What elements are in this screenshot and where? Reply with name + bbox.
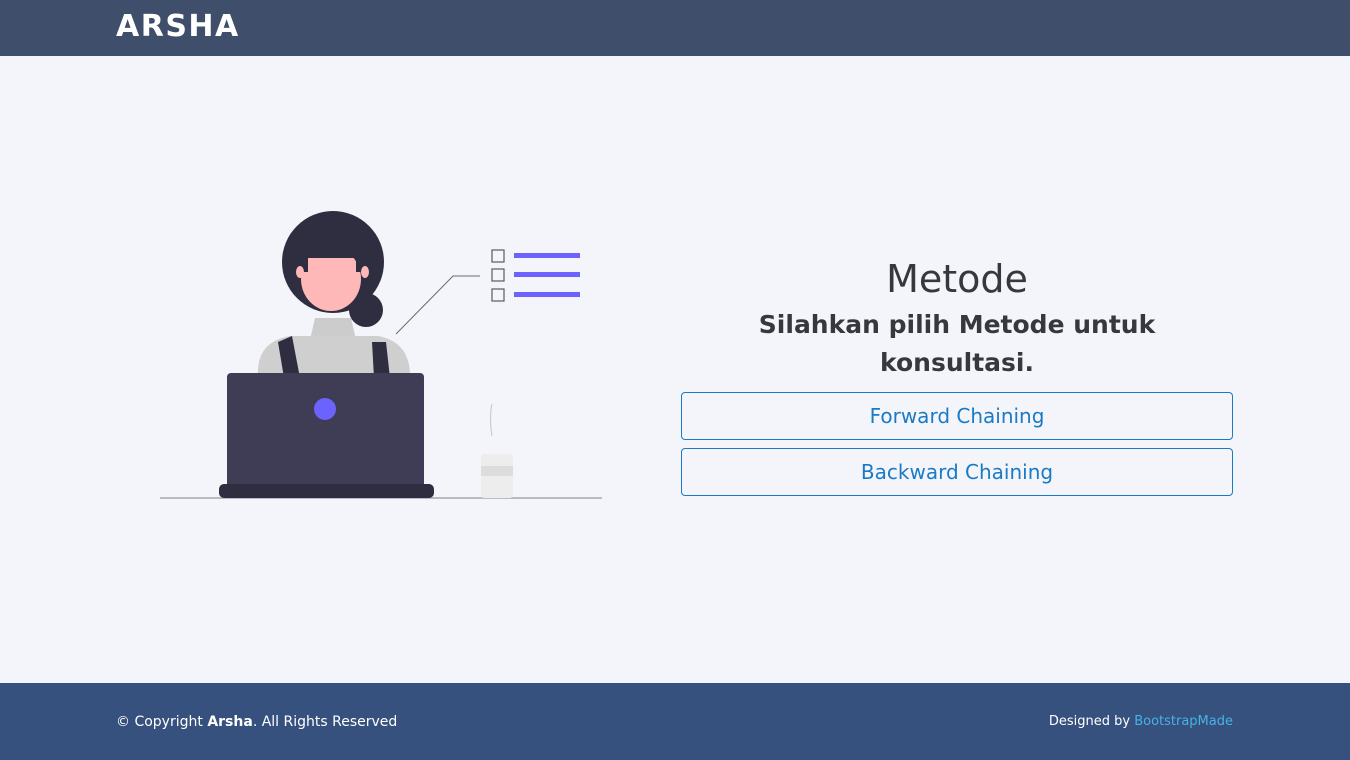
laptop-screen	[227, 373, 424, 488]
site-footer: © Copyright Arsha. All Rights Reserved D…	[0, 683, 1350, 760]
coffee-cup-icon	[481, 403, 513, 498]
credits: Designed by BootstrapMade	[1049, 714, 1233, 729]
designer-link[interactable]: BootstrapMade	[1134, 714, 1233, 729]
woman-at-laptop-illustration	[150, 200, 620, 510]
checklist-icon	[491, 249, 580, 302]
copyright-prefix: © Copyright	[116, 714, 208, 730]
site-header: ARSHA	[0, 0, 1350, 56]
illustration-svg	[160, 211, 602, 499]
copyright-text: © Copyright Arsha. All Rights Reserved	[116, 714, 397, 730]
forward-chaining-button[interactable]: Forward Chaining	[681, 392, 1233, 440]
method-selection: Metode Silahkan pilih Metode untuk konsu…	[681, 252, 1233, 504]
copyright-suffix: . All Rights Reserved	[252, 714, 398, 730]
page-title: Metode	[886, 257, 1028, 301]
backward-chaining-button[interactable]: Backward Chaining	[681, 448, 1233, 496]
designed-by-label: Designed by	[1048, 714, 1135, 729]
page-subtitle: Silahkan pilih Metode untuk konsultasi.	[758, 310, 1156, 377]
ear-left	[296, 266, 304, 278]
logo[interactable]: ARSHA	[116, 9, 240, 44]
copyright-brand: Arsha	[207, 714, 253, 730]
laptop-base	[219, 484, 434, 498]
speech-line	[395, 275, 480, 335]
ear-right	[361, 266, 369, 278]
laptop-logo	[314, 398, 336, 420]
